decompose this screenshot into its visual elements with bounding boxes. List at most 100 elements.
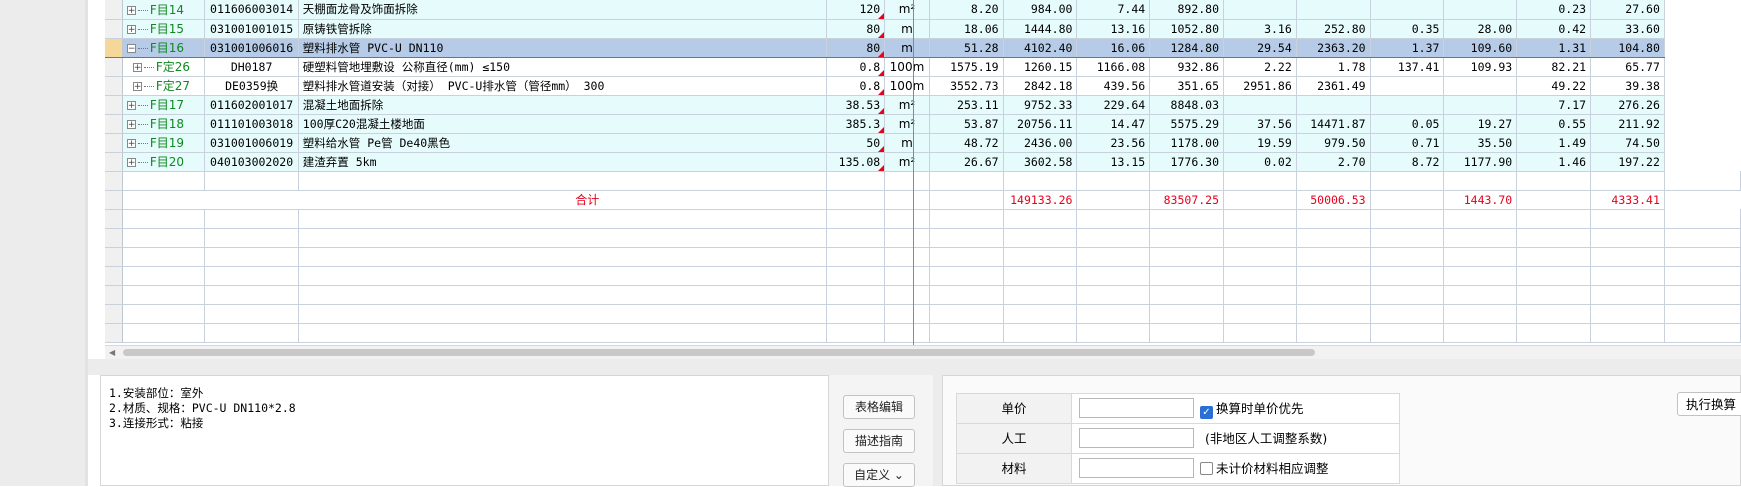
quantity-cell[interactable]: 135.08 xyxy=(826,152,886,172)
row-header[interactable] xyxy=(105,152,123,172)
item-number-cell[interactable]: + F定27 xyxy=(122,76,206,96)
amount-cell[interactable]: 8848.03 xyxy=(1149,95,1225,115)
unit-cell[interactable]: m² xyxy=(884,114,930,134)
amount-cell[interactable]: 0.71 xyxy=(1370,133,1445,153)
amount-cell[interactable]: 1444.80 xyxy=(1003,19,1078,39)
name-cell[interactable]: 原铸铁管拆除 xyxy=(298,19,827,39)
amount-cell[interactable]: 1177.90 xyxy=(1443,152,1518,172)
table-row[interactable]: + F目20 040103002020 建渣弃置 5km 135.08 m² 26.67 36… xyxy=(105,152,1741,172)
code-cell[interactable]: 011606003014 xyxy=(204,0,299,20)
amount-cell[interactable] xyxy=(1443,76,1518,96)
quantity-cell[interactable]: 38.53 xyxy=(826,95,886,115)
amount-cell[interactable]: 20756.11 xyxy=(1003,114,1078,134)
amount-cell[interactable]: 351.65 xyxy=(1149,76,1225,96)
amount-cell[interactable]: 1178.00 xyxy=(1149,133,1225,153)
amount-cell[interactable] xyxy=(1223,0,1297,20)
amount-cell[interactable]: 137.41 xyxy=(1370,57,1445,77)
amount-cell[interactable]: 13.16 xyxy=(1076,19,1151,39)
unit-cell[interactable]: m² xyxy=(884,95,930,115)
amount-cell[interactable]: 2842.18 xyxy=(1003,76,1078,96)
expand-icon[interactable]: + xyxy=(126,101,136,111)
item-number-cell[interactable]: + F目18 xyxy=(122,114,206,134)
item-number-cell[interactable]: + F目17 xyxy=(122,95,206,115)
amount-cell[interactable]: 9752.33 xyxy=(1003,95,1078,115)
amount-cell[interactable]: 984.00 xyxy=(1003,0,1078,20)
row-header[interactable] xyxy=(105,0,123,20)
amount-cell[interactable]: 276.26 xyxy=(1590,95,1665,115)
amount-cell[interactable] xyxy=(1443,0,1518,20)
quantity-cell[interactable]: 120 xyxy=(826,0,886,20)
material-input[interactable] xyxy=(1079,458,1194,478)
code-cell[interactable]: DH0187 xyxy=(204,57,299,77)
quantity-cell[interactable]: 385.3 xyxy=(826,114,886,134)
custom-dropdown-button[interactable]: 自定义 ⌄ xyxy=(843,463,915,487)
row-header[interactable] xyxy=(105,114,123,134)
unit-cell[interactable]: m² xyxy=(884,152,930,172)
amount-cell[interactable]: 27.60 xyxy=(1590,0,1665,20)
expand-icon[interactable]: + xyxy=(126,139,136,149)
table-row[interactable]: + F目19 031001006019 塑料给水管 Pe管 De40黑色 50 m 48.7… xyxy=(105,133,1741,153)
amount-cell[interactable] xyxy=(1370,0,1445,20)
code-cell[interactable]: DE0359换 xyxy=(204,76,299,96)
amount-cell[interactable]: 1.46 xyxy=(1516,152,1592,172)
amount-cell[interactable]: 109.93 xyxy=(1443,57,1518,77)
item-number-cell[interactable]: − F目16 xyxy=(122,37,206,58)
amount-cell[interactable]: 229.64 xyxy=(1076,95,1151,115)
unit-cell[interactable]: m² xyxy=(884,0,930,20)
amount-cell[interactable]: 3.16 xyxy=(1223,19,1297,39)
quantity-cell[interactable]: 50 xyxy=(826,133,886,153)
amount-cell[interactable]: 892.80 xyxy=(1149,0,1225,20)
amount-cell[interactable]: 19.27 xyxy=(1443,114,1518,134)
amount-cell[interactable]: 19.59 xyxy=(1223,133,1297,153)
amount-cell[interactable]: 3552.73 xyxy=(929,76,1004,96)
expand-icon[interactable]: + xyxy=(126,120,136,130)
amount-cell[interactable]: 8.72 xyxy=(1370,152,1445,172)
quantity-cell[interactable]: 80 xyxy=(826,37,886,58)
row-header[interactable] xyxy=(105,19,123,39)
quantity-cell[interactable]: 0.8 xyxy=(826,57,886,77)
amount-cell[interactable]: 1.37 xyxy=(1370,37,1445,58)
amount-cell[interactable]: 39.38 xyxy=(1590,76,1665,96)
expand-icon[interactable]: + xyxy=(126,158,136,168)
table-row[interactable]: + F目15 031001001015 原铸铁管拆除 80 m 18.06 1444.80 13… xyxy=(105,19,1741,39)
expand-icon[interactable]: + xyxy=(132,82,142,92)
amount-cell[interactable]: 1052.80 xyxy=(1149,19,1225,39)
amount-cell[interactable]: 3602.58 xyxy=(1003,152,1078,172)
amount-cell[interactable]: 37.56 xyxy=(1223,114,1297,134)
row-header[interactable] xyxy=(105,37,123,58)
amount-cell[interactable]: 51.28 xyxy=(929,37,1004,58)
labor-input[interactable] xyxy=(1079,428,1194,448)
table-row[interactable]: + F定26 DH0187 硬塑料管地埋敷设 公称直径(mm) ≤150 0.8 100m… xyxy=(105,57,1741,77)
splitter[interactable] xyxy=(88,359,1741,375)
amount-cell[interactable]: 53.87 xyxy=(929,114,1004,134)
amount-cell[interactable]: 48.72 xyxy=(929,133,1004,153)
amount-cell[interactable]: 0.35 xyxy=(1370,19,1445,39)
table-row[interactable]: + F目17 011602001017 混凝土地面拆除 38.53 m² 253.11 975… xyxy=(105,95,1741,115)
table-edit-button[interactable]: 表格编辑 xyxy=(843,395,915,419)
row-header[interactable] xyxy=(105,95,123,115)
unit-cell[interactable]: m xyxy=(884,19,930,39)
amount-cell[interactable]: 104.80 xyxy=(1590,37,1665,58)
row-header[interactable] xyxy=(105,76,123,96)
table-row[interactable]: + F定27 DE0359换 塑料排水管道安装（对接） PVC-U排水管（管径mm） … xyxy=(105,76,1741,96)
collapse-icon[interactable]: − xyxy=(126,44,136,54)
amount-cell[interactable]: 1.49 xyxy=(1516,133,1592,153)
amount-cell[interactable]: 26.67 xyxy=(929,152,1004,172)
scroll-left-arrow-icon[interactable]: ◀ xyxy=(109,348,115,357)
item-number-cell[interactable]: + F定26 xyxy=(122,57,206,77)
amount-cell[interactable]: 1284.80 xyxy=(1149,37,1225,58)
amount-cell[interactable]: 8.20 xyxy=(929,0,1004,20)
amount-cell[interactable]: 35.50 xyxy=(1443,133,1518,153)
amount-cell[interactable] xyxy=(1223,95,1297,115)
amount-cell[interactable]: 74.50 xyxy=(1590,133,1665,153)
amount-cell[interactable]: 2.22 xyxy=(1223,57,1297,77)
code-cell[interactable]: 031001006019 xyxy=(204,133,299,153)
table-row[interactable]: + F目14 011606003014 天棚面龙骨及饰面拆除 120 m² 8.20 984.… xyxy=(105,0,1741,20)
amount-cell[interactable]: 0.42 xyxy=(1516,19,1592,39)
amount-cell[interactable]: 253.11 xyxy=(929,95,1004,115)
code-cell[interactable]: 011101003018 xyxy=(204,114,299,134)
amount-cell[interactable]: 14471.87 xyxy=(1296,114,1371,134)
amount-cell[interactable]: 4102.40 xyxy=(1003,37,1078,58)
amount-cell[interactable]: 1575.19 xyxy=(929,57,1004,77)
amount-cell[interactable]: 7.44 xyxy=(1076,0,1151,20)
